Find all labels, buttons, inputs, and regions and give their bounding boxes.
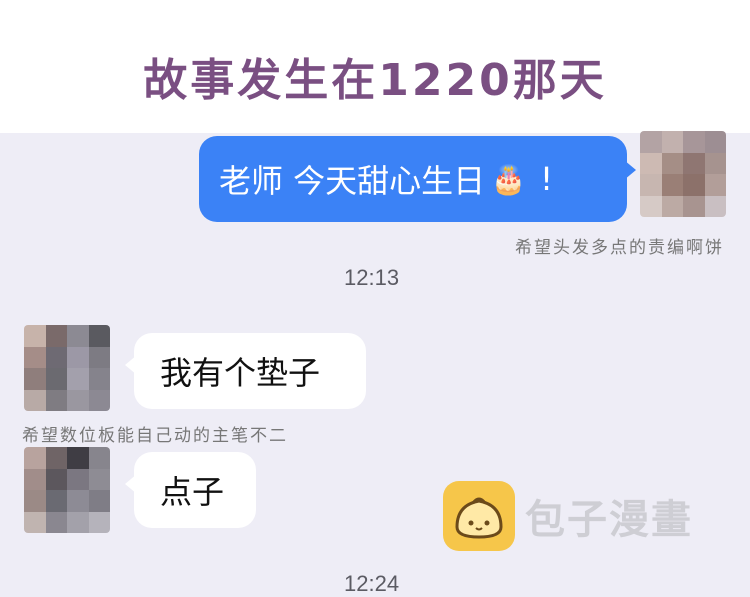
avatar-pixel	[67, 346, 89, 368]
avatar-pixel	[88, 490, 110, 512]
avatar-pixel	[45, 325, 67, 347]
avatar-pixel	[24, 346, 46, 368]
avatar-pixel	[88, 447, 110, 469]
avatar-pixel	[45, 468, 67, 490]
bubble-tail	[125, 474, 137, 494]
avatar-pixel	[88, 511, 110, 533]
avatar-pixel	[45, 346, 67, 368]
avatar-pixel	[683, 195, 705, 217]
avatar-pixel	[45, 511, 67, 533]
cake-icon: 🎂	[491, 162, 527, 196]
avatar-pixel	[67, 325, 89, 347]
avatar-pixel	[67, 511, 89, 533]
bubble-tail	[624, 160, 636, 180]
bun-logo-icon	[443, 481, 515, 551]
avatar-pixel	[683, 174, 705, 196]
caption: 希望数位板能自己动的主笔不二	[22, 426, 288, 446]
avatar-pixel	[67, 447, 89, 469]
incoming-message-bubble[interactable]: 我有个垫子	[125, 333, 366, 409]
avatar-pixel	[67, 389, 89, 411]
page-title: 故事发生在1220那天	[143, 55, 607, 106]
timestamp: 12:24	[344, 571, 400, 596]
avatar-pixel	[704, 195, 726, 217]
timestamp: 12:13	[344, 265, 400, 290]
message-text: 点子	[160, 473, 225, 511]
avatar[interactable]	[640, 131, 726, 217]
avatar-pixel	[661, 131, 683, 153]
bubble-tail	[125, 355, 137, 375]
avatar-pixel	[683, 131, 705, 153]
avatar-pixel	[67, 490, 89, 512]
avatar-pixel	[704, 174, 726, 196]
avatar-pixel	[640, 195, 662, 217]
avatar-pixel	[683, 152, 705, 174]
avatar-pixel	[88, 325, 110, 347]
avatar-pixel	[640, 131, 662, 153]
message-text: 老师 今天甜心生日	[219, 162, 486, 200]
message-text: 我有个垫子	[160, 354, 321, 392]
avatar-pixel	[45, 368, 67, 390]
avatar-pixel	[67, 368, 89, 390]
avatar-pixel	[704, 131, 726, 153]
avatar-pixel	[88, 468, 110, 490]
watermark-text: 包子漫畫	[525, 497, 693, 543]
avatar[interactable]	[24, 447, 110, 533]
header: 故事发生在1220那天	[0, 0, 750, 133]
avatar-pixel	[24, 511, 46, 533]
watermark: 包子漫畫	[443, 481, 693, 551]
outgoing-message-bubble[interactable]: 老师 今天甜心生日 🎂 !	[199, 136, 636, 222]
message-punctuation: !	[540, 160, 553, 198]
avatar-pixel	[661, 174, 683, 196]
avatar-pixel	[67, 468, 89, 490]
avatar-pixel	[24, 490, 46, 512]
incoming-message-bubble[interactable]: 点子	[125, 452, 256, 528]
avatar-pixel	[88, 389, 110, 411]
avatar-pixel	[661, 195, 683, 217]
avatar-pixel	[88, 368, 110, 390]
avatar-pixel	[45, 389, 67, 411]
avatar-pixel	[661, 152, 683, 174]
avatar-pixel	[24, 389, 46, 411]
avatar[interactable]	[24, 325, 110, 411]
avatar-pixel	[24, 325, 46, 347]
avatar-pixel	[45, 490, 67, 512]
avatar-pixel	[88, 346, 110, 368]
avatar-pixel	[640, 174, 662, 196]
avatar-pixel	[24, 468, 46, 490]
avatar-pixel	[45, 447, 67, 469]
avatar-pixel	[24, 368, 46, 390]
avatar-pixel	[640, 152, 662, 174]
caption: 希望头发多点的责编啊饼	[515, 238, 724, 258]
avatar-pixel	[704, 152, 726, 174]
avatar-pixel	[24, 447, 46, 469]
